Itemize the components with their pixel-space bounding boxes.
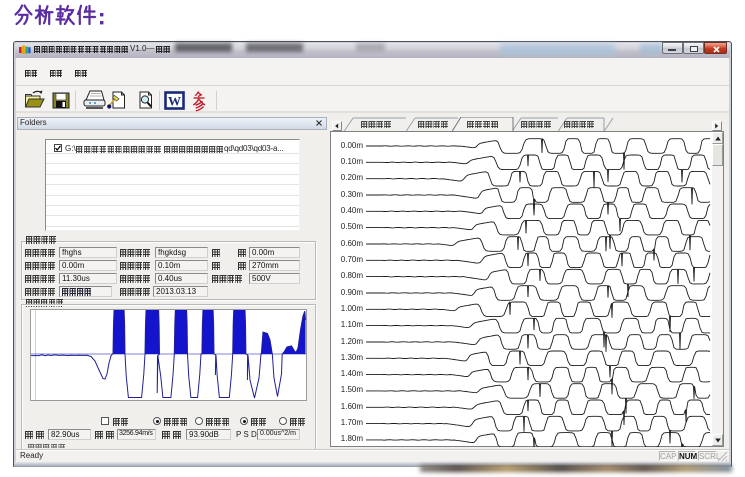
svg-text:W: W (168, 94, 181, 109)
